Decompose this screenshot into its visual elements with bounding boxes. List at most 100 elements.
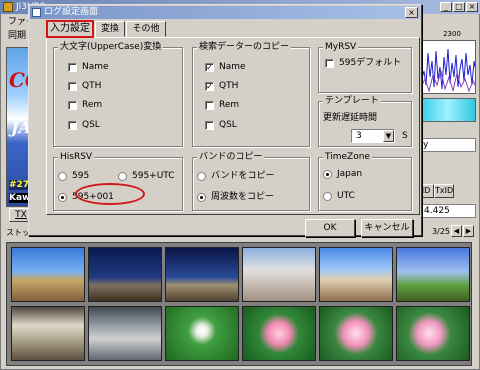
- photo-thumb[interactable]: [11, 306, 85, 361]
- band-copy-group-title: バンドのコピー: [197, 151, 265, 163]
- timezone-japan-radio[interactable]: Japan: [323, 169, 362, 180]
- band-copy-radio[interactable]: バンドをコピー: [197, 171, 274, 182]
- uppercase-name-checkbox[interactable]: Name: [68, 62, 109, 73]
- close-icon[interactable]: ×: [466, 2, 478, 12]
- radio-label: UTC: [337, 191, 355, 201]
- minimize-icon[interactable]: _: [440, 2, 452, 12]
- radio-dot: [323, 170, 332, 179]
- hisrsv-595-radio[interactable]: 595: [58, 171, 89, 182]
- checkbox-label: QSL: [82, 120, 100, 130]
- hisrsv-595001-radio[interactable]: 595+001: [58, 192, 114, 203]
- checkbox-box: [325, 59, 334, 68]
- sync-tab[interactable]: 同期: [8, 31, 26, 41]
- cancel-button[interactable]: キャンセル: [361, 219, 413, 237]
- photo-thumb[interactable]: [88, 306, 162, 361]
- delay-combo[interactable]: 3 ▼: [351, 129, 395, 143]
- photo-thumb[interactable]: [11, 247, 85, 302]
- log-settings-dialog: ログ設定画面 × 入力設定 変換 その他 大文字(UpperCase)変換 Na…: [28, 4, 422, 237]
- photo-thumb[interactable]: [319, 247, 393, 302]
- radio-dot: [197, 172, 206, 181]
- radio-label: 595: [72, 171, 90, 181]
- checkbox-label: Rem: [82, 100, 103, 110]
- myrsv-group: MyRSV 595デフォルト: [318, 41, 412, 93]
- checkbox-box: ✓: [205, 63, 214, 72]
- delay-label: 更新遅延時間: [323, 113, 378, 123]
- checkbox-box: [68, 82, 77, 91]
- radio-dot: [197, 193, 206, 202]
- next-page-icon[interactable]: ▶: [463, 225, 474, 237]
- page-indicator: 3/25: [432, 227, 450, 236]
- timezone-utc-radio[interactable]: UTC: [323, 191, 355, 202]
- template-group-title: テンプレート: [323, 95, 381, 107]
- photo-thumb[interactable]: [242, 306, 316, 361]
- photo-thumb[interactable]: [165, 306, 239, 361]
- delay-value: 3: [356, 131, 362, 141]
- photo-thumb[interactable]: [396, 306, 470, 361]
- radio-label: バンドをコピー: [211, 171, 275, 181]
- radio-dot: [58, 172, 67, 181]
- checkbox-label: QTH: [82, 81, 102, 91]
- band-copy-group: バンドのコピー バンドをコピー 周波数をコピー: [192, 151, 310, 211]
- checkbox-label: 595デフォルト: [339, 58, 402, 68]
- uppercase-qsl-checkbox[interactable]: QSL: [68, 120, 100, 131]
- checkbox-box: [68, 121, 77, 130]
- hisrsv-595utc-radio[interactable]: 595+UTC: [118, 171, 175, 182]
- maximize-icon[interactable]: □: [453, 2, 465, 12]
- checkbox-label: QTH: [219, 81, 239, 91]
- delay-unit: S: [402, 131, 408, 141]
- radio-label: 595+UTC: [132, 171, 175, 181]
- right-selector[interactable]: y: [420, 138, 476, 152]
- photo-thumb[interactable]: [88, 247, 162, 302]
- tab-other[interactable]: その他: [126, 21, 166, 37]
- photo-thumb[interactable]: [242, 247, 316, 302]
- copy-qsl-checkbox[interactable]: QSL: [205, 120, 237, 131]
- ok-button[interactable]: OK: [305, 219, 355, 237]
- photo-thumb[interactable]: [319, 306, 393, 361]
- tab-input-settings[interactable]: 入力設定: [46, 20, 94, 38]
- checkbox-box: [205, 101, 214, 110]
- dialog-close-icon[interactable]: ×: [405, 7, 418, 18]
- copy-rem-checkbox[interactable]: Rem: [205, 100, 239, 111]
- checkbox-label: QSL: [219, 120, 237, 130]
- tab-convert[interactable]: 変換: [95, 21, 125, 37]
- waterfall-display: [420, 98, 476, 122]
- copy-qth-checkbox[interactable]: ✓ QTH: [205, 81, 238, 92]
- hisrsv-group-title: HisRSV: [58, 151, 95, 163]
- right-selector-value: y: [423, 140, 429, 150]
- photo-thumb[interactable]: [165, 247, 239, 302]
- radio-dot: [58, 193, 67, 202]
- spectrum-time-label: 2300: [443, 30, 461, 38]
- uppercase-qth-checkbox[interactable]: QTH: [68, 81, 101, 92]
- txid-button[interactable]: TxID: [434, 184, 454, 198]
- checkbox-label: Rem: [219, 100, 240, 110]
- checkbox-box: [68, 101, 77, 110]
- photo-grid: [6, 242, 472, 366]
- checkbox-box: [68, 63, 77, 72]
- radio-label: 595+001: [72, 192, 114, 202]
- checkbox-box: ✓: [205, 82, 214, 91]
- radio-label: Japan: [337, 169, 363, 179]
- spectrum-display: [420, 40, 476, 94]
- spectrum-graph: [421, 41, 475, 93]
- checkbox-box: [205, 121, 214, 130]
- uppercase-rem-checkbox[interactable]: Rem: [68, 100, 102, 111]
- uppercase-group: 大文字(UpperCase)変換 Name QTH Rem QSL: [53, 41, 183, 147]
- uppercase-group-title: 大文字(UpperCase)変換: [58, 41, 164, 53]
- myrsv-default-checkbox[interactable]: 595デフォルト: [325, 58, 401, 69]
- radio-label: 周波数をコピー: [211, 192, 275, 202]
- dialog-titlebar: ログ設定画面: [30, 6, 420, 19]
- radio-dot: [118, 172, 127, 181]
- timezone-group: TimeZone Japan UTC: [318, 151, 412, 211]
- chevron-down-icon[interactable]: ▼: [383, 130, 394, 142]
- prev-page-icon[interactable]: ◀: [451, 225, 462, 237]
- frequency-field[interactable]: 4.425: [420, 204, 476, 218]
- app-icon: [3, 2, 13, 12]
- copy-search-group: 検索データーのコピー ✓ Name ✓ QTH Rem QSL: [192, 41, 310, 147]
- checkbox-label: Name: [82, 62, 109, 72]
- photo-thumb[interactable]: [396, 247, 470, 302]
- copy-search-group-title: 検索データーのコピー: [197, 41, 292, 53]
- copy-name-checkbox[interactable]: ✓ Name: [205, 62, 246, 73]
- dialog-icon: [32, 8, 41, 17]
- freq-copy-radio[interactable]: 周波数をコピー: [197, 192, 274, 203]
- checkbox-label: Name: [219, 62, 246, 72]
